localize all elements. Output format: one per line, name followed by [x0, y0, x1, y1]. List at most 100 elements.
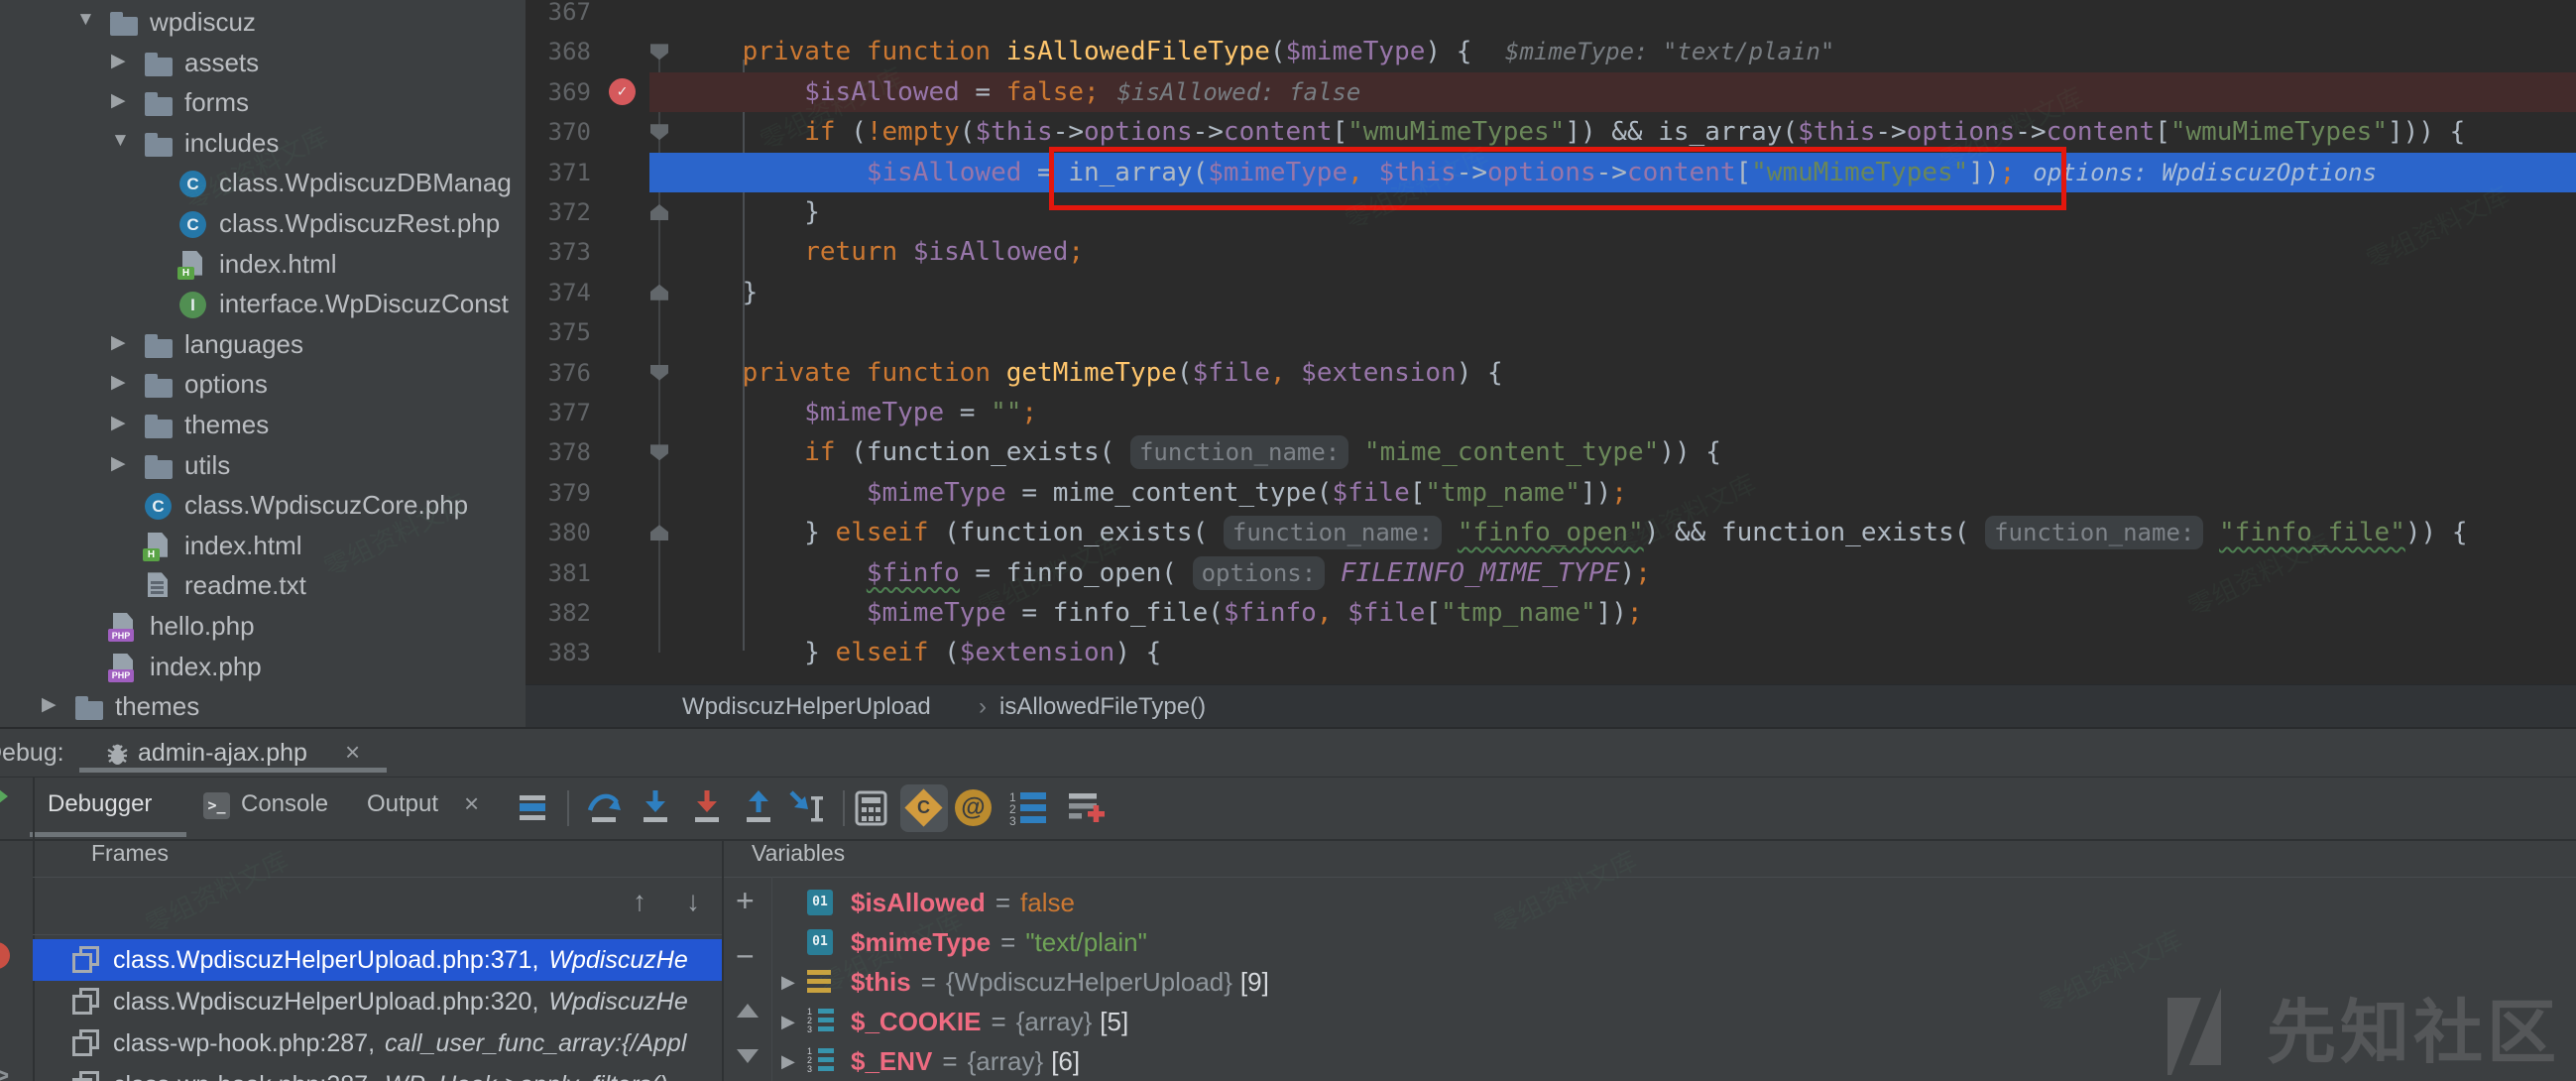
tree-item-class.WpdiscuzDBManag[interactable]: Cclass.WpdiscuzDBManag [0, 163, 526, 202]
fold-marker-icon[interactable] [650, 44, 668, 60]
tree-item-index.html[interactable]: Hindex.html [0, 244, 526, 284]
tree-item-options[interactable]: ▶options [0, 364, 526, 404]
session-close-icon[interactable]: × [345, 737, 360, 768]
equals-sign: = [1000, 927, 1015, 958]
fold-marker-icon[interactable] [650, 285, 668, 300]
fold-marker-icon[interactable] [650, 525, 668, 540]
stack-frame-icon [72, 1071, 100, 1081]
frame-up-icon[interactable]: ↑ [633, 886, 646, 917]
evaluate-expression-icon[interactable] [855, 790, 890, 826]
remove-watch-minus-icon[interactable]: − [736, 941, 755, 971]
stop-icon[interactable] [0, 942, 10, 969]
collapse-arrow-icon[interactable]: ▼ [111, 130, 130, 152]
variable-count: [5] [1100, 1007, 1128, 1037]
primitive-value-icon: 01 [807, 928, 837, 956]
fold-marker-icon[interactable] [650, 204, 668, 220]
variable-row[interactable]: ▶123$_COOKIE={array}[5] [771, 1002, 2576, 1041]
stack-frame-icon [72, 946, 100, 974]
tree-item-interface.WpDiscuzConst[interactable]: Iinterface.WpDiscuzConst [0, 284, 526, 323]
frame-row[interactable]: class.WpdiscuzHelperUpload.php:371,Wpdis… [33, 939, 722, 981]
variable-row[interactable]: ▶123$_ENV={array}[6] [771, 1041, 2576, 1081]
tree-item-themes[interactable]: ▶themes [0, 405, 526, 444]
tree-item-index.php[interactable]: PHPindex.php [0, 647, 526, 686]
expand-arrow-icon[interactable]: ▶ [42, 693, 57, 716]
output-close-icon[interactable]: × [464, 788, 479, 819]
tree-item-forms[interactable]: ▶forms [0, 82, 526, 122]
step-over-icon[interactable] [585, 790, 621, 826]
tree-item-includes[interactable]: ▼includes [0, 123, 526, 163]
tree-item-label: interface.WpDiscuzConst [219, 289, 509, 319]
expand-arrow-icon[interactable]: ▶ [111, 452, 126, 475]
frame-method: WpdiscuzHe [548, 988, 687, 1017]
tree-item-themes[interactable]: ▶ themes [0, 686, 526, 726]
expand-arrow-icon[interactable]: ▶ [111, 412, 126, 434]
at-mentions-icon[interactable]: @ [955, 789, 992, 826]
expand-arrow-icon[interactable]: ▶ [111, 50, 126, 72]
breakpoint-icon[interactable]: ✓ [609, 78, 636, 105]
frame-down-icon[interactable]: ↓ [686, 886, 700, 917]
tab-console[interactable]: Console [241, 790, 328, 818]
add-watch-plus-icon[interactable]: + [736, 886, 755, 915]
tree-item-languages[interactable]: ▶languages [0, 324, 526, 364]
show-execution-point-icon[interactable] [516, 790, 551, 826]
php-file-icon: PHP [110, 653, 140, 680]
equals-sign: = [942, 1046, 957, 1077]
c-diamond-icon[interactable]: C [900, 784, 948, 832]
move-up-icon[interactable] [737, 1004, 759, 1018]
tab-output[interactable]: Output [367, 790, 438, 818]
variable-row[interactable]: 01$isAllowed=false [771, 883, 2576, 922]
variable-row[interactable]: 01$mimeType="text/plain" [771, 922, 2576, 962]
frame-method: WP_Hook->apply_filters() [385, 1071, 668, 1081]
numbered-list-icon[interactable]: 123 [1008, 790, 1044, 826]
expand-arrow-icon[interactable]: ▶ [111, 371, 126, 394]
inline-debug-hint: options: WpdiscuzOptions [2033, 159, 2377, 186]
frame-row[interactable]: class-wp-hook.php:287,call_user_func_arr… [33, 1022, 722, 1064]
tree-item-class.WpdiscuzRest.php[interactable]: Cclass.WpdiscuzRest.php [0, 203, 526, 243]
breadcrumb-method[interactable]: isAllowedFileType() [999, 693, 1206, 721]
tab-debugger[interactable]: Debugger [48, 790, 152, 818]
expand-arrow-icon[interactable]: ▶ [771, 972, 807, 993]
tree-item-label: themes [115, 691, 199, 722]
fold-marker-icon[interactable] [650, 365, 668, 381]
force-step-into-icon[interactable] [688, 790, 724, 826]
console-icon: >_ [203, 792, 230, 819]
step-into-icon[interactable] [637, 790, 672, 826]
expand-arrow-icon[interactable]: ▶ [111, 331, 126, 354]
move-down-icon[interactable] [737, 1049, 759, 1063]
frame-row[interactable]: class-wp-hook.php:287,WP_Hook->apply_fil… [33, 1064, 722, 1081]
tree-item-class.WpdiscuzCore.php[interactable]: Cclass.WpdiscuzCore.php [0, 485, 526, 525]
tree-item-index.html[interactable]: Hindex.html [0, 526, 526, 565]
add-watch-icon[interactable] [1067, 790, 1103, 826]
tree-item-wpdiscuz[interactable]: ▼wpdiscuz [0, 2, 526, 42]
tree-item-utils[interactable]: ▶utils [0, 445, 526, 485]
expand-arrow-icon[interactable]: ▶ [771, 1051, 807, 1072]
fold-marker-icon[interactable] [650, 124, 668, 140]
tree-item-hello.php[interactable]: PHPhello.php [0, 606, 526, 646]
code-text: $mimeType = mime_content_type($file["tmp… [680, 473, 1627, 513]
code-editor[interactable]: 367368 private function isAllowedFileTyp… [526, 0, 2576, 684]
expand-arrow-icon[interactable]: ▶ [111, 89, 126, 112]
debug-session-tab[interactable]: admin-ajax.php [138, 739, 307, 768]
tree-item-readme.txt[interactable]: readme.txt [0, 565, 526, 605]
code-line-382: 382 $mimeType = finfo_file($finfo, $file… [526, 593, 2576, 633]
frame-row[interactable]: class.WpdiscuzHelperUpload.php:320,Wpdis… [33, 981, 722, 1022]
folder-icon [145, 129, 175, 157]
folder-icon [110, 8, 140, 36]
variable-row[interactable]: ▶$this={WpdiscuzHelperUpload}[9] [771, 962, 2576, 1002]
code-text: $mimeType = finfo_file($finfo, $file["tm… [680, 593, 1643, 633]
expand-arrow-icon[interactable]: ▶ [771, 1012, 807, 1032]
run-to-cursor-icon[interactable] [788, 790, 824, 826]
line-number: 372 [526, 192, 591, 232]
step-out-icon[interactable] [740, 790, 775, 826]
toolbar-separator [567, 790, 569, 826]
code-text: $finfo = finfo_open( options: FILEINFO_M… [680, 553, 1651, 593]
mute-chevron-icon[interactable]: > [0, 1060, 9, 1081]
code-line-383: 383 } elseif ($extension) { [526, 633, 2576, 672]
collapse-arrow-icon[interactable]: ▼ [76, 9, 95, 31]
fold-marker-icon[interactable] [650, 444, 668, 460]
resume-icon[interactable] [0, 785, 8, 807]
breadcrumb-class[interactable]: WpdiscuzHelperUpload [682, 693, 931, 721]
variable-value: {WpdiscuzHelperUpload} [946, 967, 1232, 998]
tree-item-assets[interactable]: ▶assets [0, 43, 526, 82]
inline-debug-hint: $mimeType: "text/plain" [1505, 38, 1834, 65]
